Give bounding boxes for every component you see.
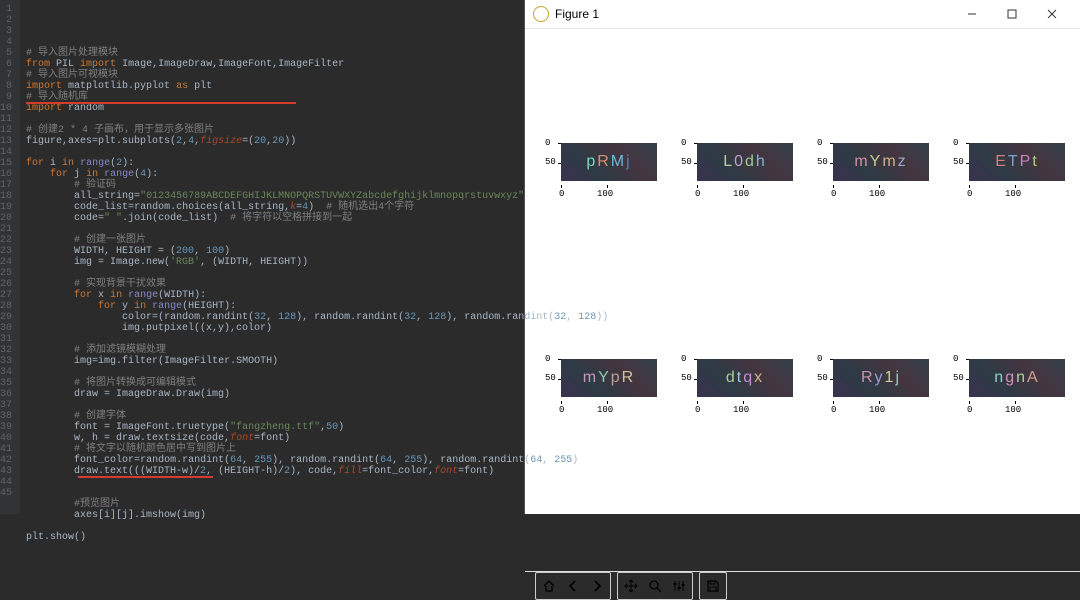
captcha-image: pRMj	[561, 143, 657, 181]
subplot: 050L0dh0100	[675, 139, 803, 201]
save-icon[interactable]	[702, 575, 724, 597]
code-editor[interactable]: 1234567891011121314151617181920212223242…	[0, 0, 524, 514]
maximize-button[interactable]	[992, 0, 1032, 28]
app-icon	[533, 6, 549, 22]
pan-icon[interactable]	[620, 575, 642, 597]
captcha-image: mYpR	[561, 359, 657, 397]
captcha-image: ngnA	[969, 359, 1065, 397]
captcha-image: L0dh	[697, 143, 793, 181]
captcha-image: Ry1j	[833, 359, 929, 397]
zoom-icon[interactable]	[644, 575, 666, 597]
highlight-underline	[26, 102, 296, 104]
close-button[interactable]	[1032, 0, 1072, 28]
highlight-underline	[78, 476, 213, 478]
subplot: 050Ry1j0100	[811, 355, 939, 417]
subplot: 050dtqx0100	[675, 355, 803, 417]
forward-icon[interactable]	[586, 575, 608, 597]
subplot: 050mYpR0100	[539, 355, 667, 417]
subplot: 050ngnA0100	[947, 355, 1075, 417]
captcha-image: mYmz	[833, 143, 929, 181]
code-area[interactable]: # 导入图片处理模块from PIL import Image,ImageDra…	[20, 0, 612, 514]
line-gutter: 1234567891011121314151617181920212223242…	[0, 0, 20, 514]
subplot: 050ETPt0100	[947, 139, 1075, 201]
captcha-image: dtqx	[697, 359, 793, 397]
configure-icon[interactable]	[668, 575, 690, 597]
back-icon[interactable]	[562, 575, 584, 597]
subplot: 050pRMj0100	[539, 139, 667, 201]
mpl-toolbar	[525, 571, 1080, 600]
minimize-button[interactable]	[952, 0, 992, 28]
home-icon[interactable]	[538, 575, 560, 597]
captcha-image: ETPt	[969, 143, 1065, 181]
subplot: 050mYmz0100	[811, 139, 939, 201]
